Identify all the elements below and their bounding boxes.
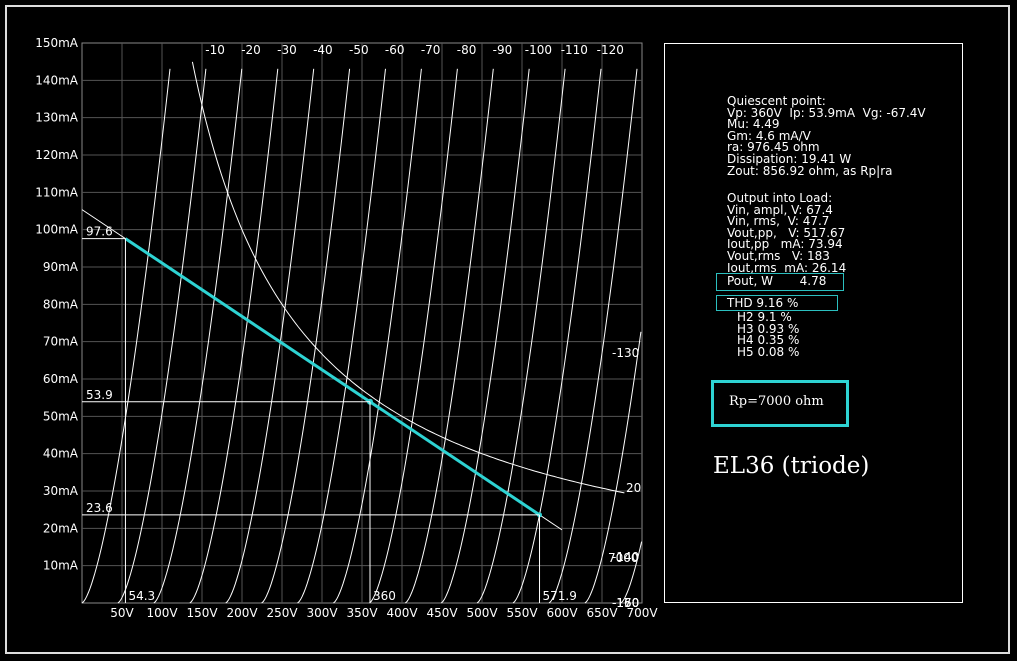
grid-curve-label: -120 <box>597 43 624 57</box>
y-tick-label: 130mA <box>35 111 79 125</box>
grid-curve <box>333 68 422 604</box>
y-tick-label: 150mA <box>35 36 79 50</box>
x-tick-label: 100V <box>146 606 178 620</box>
marker-x-label: 571.9 <box>543 589 577 603</box>
grid-curve-label: -80 <box>457 43 477 57</box>
y-tick-label: 80mA <box>43 297 79 311</box>
x-tick-label: 350V <box>346 606 378 620</box>
y-tick-label: 10mA <box>43 559 79 573</box>
grid-curve <box>297 68 386 604</box>
grid-curve-label: -70 <box>421 43 441 57</box>
y-tick-label: 110mA <box>35 185 79 199</box>
tube-name: EL36 (triode) <box>713 453 870 479</box>
harmonics: H2 9.1 % H3 0.93 % H4 0.35 % H5 0.08 % <box>737 311 800 359</box>
grid-curve <box>440 68 530 604</box>
x-tick-label: 250V <box>266 606 298 620</box>
load-curve-label: 7000 <box>608 551 639 565</box>
pout-value: Pout, W 4.78 <box>727 274 827 288</box>
zout-value: Zout: 856.92 ohm, as Rp|ra <box>727 163 893 178</box>
y-tick-label: 60mA <box>43 372 79 386</box>
marker-y-label: 23.6 <box>86 501 113 515</box>
dissipation-curve-label: 20 <box>626 481 641 495</box>
y-tick-label: 100mA <box>35 223 79 237</box>
h5-value: H5 0.08 % <box>737 344 800 359</box>
grid-curve <box>81 68 171 604</box>
marker-x-label: 360 <box>373 589 396 603</box>
grid-curve-label: -90 <box>493 43 513 57</box>
y-tick-label: 30mA <box>43 484 79 498</box>
y-tick-label: 20mA <box>43 521 79 535</box>
grid-curve-label: -50 <box>349 43 369 57</box>
thd-value: THD 9.16 % <box>727 296 799 310</box>
x-tick-label: 300V <box>306 606 338 620</box>
grid-curve <box>369 68 458 604</box>
marker-x-label: 54.3 <box>128 589 155 603</box>
grid-curve <box>512 68 602 604</box>
x-tick-label: 150V <box>186 606 218 620</box>
grid-curve-label: -30 <box>277 43 297 57</box>
output-section: Output into Load: Vin, ampl, V: 67.4 Vin… <box>727 192 846 274</box>
y-tick-label: 50mA <box>43 409 79 423</box>
grid-curve <box>404 68 494 604</box>
x-tick-label: 50V <box>110 606 134 620</box>
x-tick-label: 500V <box>466 606 498 620</box>
marker-y-label: 97.6 <box>86 225 113 239</box>
chart-grid <box>81 42 643 604</box>
x-tick-label: 400V <box>386 606 418 620</box>
y-tick-label: 70mA <box>43 335 79 349</box>
x-tick-label: 550V <box>506 606 538 620</box>
grid-curve-label: -60 <box>385 43 405 57</box>
grid-curve <box>153 68 243 604</box>
x-tick-label: 700V <box>626 606 658 620</box>
marker-y-label: 53.9 <box>86 388 113 402</box>
grid-curve-label: -40 <box>313 43 333 57</box>
y-tick-label: 40mA <box>43 447 79 461</box>
quiescent-section: Quiescent point: Vp: 360V Ip: 53.9mA Vg:… <box>727 95 926 178</box>
y-tick-label: 140mA <box>35 73 79 87</box>
y-tick-label: 120mA <box>35 148 79 162</box>
grid-curve-label: -110 <box>561 43 588 57</box>
y-tick-label: 90mA <box>43 260 79 274</box>
x-tick-label: 450V <box>426 606 458 620</box>
grid-curve-label: -10 <box>205 43 225 57</box>
grid-curve-label: -130 <box>612 346 639 360</box>
grid-curve-label: -20 <box>241 43 261 57</box>
grid-curve <box>189 68 279 604</box>
rp-label: Rp=7000 ohm <box>729 394 824 409</box>
chart-ticks: 50V 100V 150V 200V 250V 300V 350V 400V 450V 500V 5… <box>35 36 658 620</box>
grid-curve-label: -100 <box>525 43 552 57</box>
x-tick-label: 200V <box>226 606 258 620</box>
x-tick-label: 650V <box>586 606 618 620</box>
x-tick-label: 600V <box>546 606 578 620</box>
